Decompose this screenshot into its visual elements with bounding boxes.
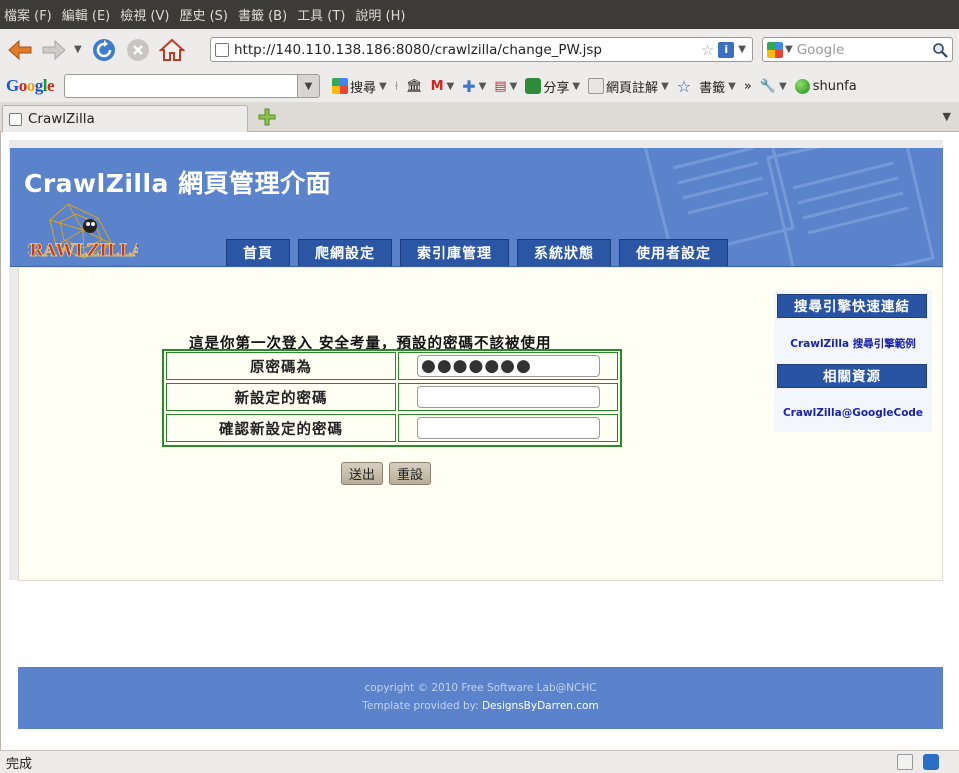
stop-button[interactable] bbox=[124, 36, 152, 64]
calendar-icon[interactable]: ▤ ▼ bbox=[494, 79, 517, 94]
crawlzilla-logo[interactable]: CRAWLZILLA bbox=[28, 200, 138, 266]
notes-icon[interactable] bbox=[897, 754, 913, 770]
forward-arrow-icon bbox=[42, 39, 66, 60]
page-favicon-icon bbox=[215, 42, 229, 57]
google-engine-icon[interactable] bbox=[767, 41, 783, 58]
user-account-button[interactable]: shunfa bbox=[794, 78, 857, 94]
sidebar-resources-heading: 相關資源 bbox=[777, 364, 927, 388]
logo-text: CRAWLZILLA bbox=[28, 241, 138, 261]
footer-template-credit: Template provided by: DesignsByDarren.co… bbox=[362, 700, 599, 712]
menu-tools[interactable]: 工具 (T) bbox=[297, 5, 345, 24]
form-buttons: 送出 重設 bbox=[341, 462, 437, 485]
search-placeholder[interactable]: Google bbox=[797, 42, 932, 58]
url-text[interactable]: http://140.110.138.186:8080/crawlzilla/c… bbox=[234, 42, 701, 58]
addon-icon[interactable] bbox=[923, 754, 939, 770]
forward-button[interactable] bbox=[40, 36, 68, 64]
site-footer: copyright © 2010 Free Software Lab@NCHC … bbox=[18, 667, 943, 729]
history-dropdown-icon[interactable]: ▼ bbox=[74, 44, 82, 55]
sidebar: 搜尋引擎快速連結 CrawlZilla 搜尋引擎範例 相關資源 CrawlZil… bbox=[774, 290, 932, 432]
confirm-password-input[interactable] bbox=[417, 417, 600, 439]
google-toolbar-search-input[interactable] bbox=[64, 74, 299, 98]
address-bar[interactable]: http://140.110.138.186:8080/crawlzilla/c… bbox=[210, 37, 753, 62]
navigation-toolbar: ▼ http://140.110.138.186:8080/crawlzilla… bbox=[0, 29, 959, 70]
share-icon bbox=[525, 78, 542, 94]
user-status-icon bbox=[794, 78, 810, 94]
menu-bookmarks[interactable]: 書籤 (B) bbox=[238, 5, 287, 24]
tab-bar: CrawlZilla ▼ bbox=[0, 102, 959, 132]
new-password-label: 新設定的密碼 bbox=[166, 383, 396, 411]
google-search-button[interactable]: 搜尋 ▼ bbox=[332, 77, 387, 96]
bookmark-star-icon[interactable]: ☆ bbox=[701, 41, 714, 59]
form-row-confirm-password: 確認新設定的密碼 bbox=[166, 414, 618, 442]
back-button[interactable] bbox=[6, 36, 34, 64]
menu-view[interactable]: 檢視 (V) bbox=[120, 5, 169, 24]
nav-user-settings[interactable]: 使用者設定 bbox=[619, 239, 728, 266]
home-icon bbox=[158, 38, 185, 61]
url-dropdown-icon[interactable]: ▼ bbox=[738, 44, 746, 55]
google-logo: Google bbox=[6, 76, 55, 95]
old-password-label: 原密碼為 bbox=[166, 352, 396, 380]
search-box[interactable]: ▼ Google bbox=[762, 37, 953, 62]
change-password-form: 原密碼為 新設定的密碼 確認新設定的密碼 bbox=[162, 349, 622, 447]
plus-icon[interactable]: ✚ ▼ bbox=[462, 77, 486, 96]
search-icon[interactable] bbox=[932, 42, 948, 58]
site-header: CrawlZilla 網頁管理介面 CRAWLZILLA 首頁 爬網設定 索引庫… bbox=[10, 148, 943, 267]
reload-button[interactable] bbox=[90, 36, 118, 64]
toolbar-overflow-button[interactable]: » bbox=[744, 79, 752, 94]
submit-button[interactable]: 送出 bbox=[341, 462, 384, 485]
sidebar-search-links-heading: 搜尋引擎快速連結 bbox=[777, 294, 927, 318]
wrench-icon[interactable]: 🔧 ▼ bbox=[760, 79, 787, 94]
site-title: CrawlZilla 網頁管理介面 bbox=[24, 169, 332, 198]
main-content: 這是你第一次登入 安全考量，預設的密碼不該被使用 原密碼為 新設定的密碼 確認新… bbox=[18, 268, 943, 581]
reset-button[interactable]: 重設 bbox=[389, 462, 432, 485]
search-engine-dropdown-icon[interactable]: ▼ bbox=[785, 44, 793, 55]
search-engine-example-link[interactable]: CrawlZilla 搜尋引擎範例 bbox=[774, 336, 932, 351]
confirm-password-label: 確認新設定的密碼 bbox=[166, 414, 396, 442]
nav-crawl-settings[interactable]: 爬網設定 bbox=[298, 239, 392, 266]
menu-history[interactable]: 歷史 (S) bbox=[179, 5, 228, 24]
separator-icon: ⟊ bbox=[394, 78, 399, 94]
stop-icon bbox=[126, 38, 149, 61]
back-arrow-icon bbox=[8, 39, 32, 60]
nav-system-status[interactable]: 系統狀態 bbox=[517, 239, 611, 266]
new-password-input[interactable] bbox=[417, 386, 600, 408]
form-row-old-password: 原密碼為 bbox=[166, 352, 618, 380]
site-nav: 首頁 爬網設定 索引庫管理 系統狀態 使用者設定 bbox=[226, 239, 736, 266]
status-bar: 完成 bbox=[0, 750, 959, 773]
nav-home[interactable]: 首頁 bbox=[226, 239, 290, 266]
tab-crawlzilla[interactable]: CrawlZilla bbox=[2, 105, 248, 132]
menubar: 檔案 (F) 編輯 (E) 檢視 (V) 歷史 (S) 書籤 (B) 工具 (T… bbox=[0, 0, 959, 29]
form-row-new-password: 新設定的密碼 bbox=[166, 383, 618, 411]
tab-list-dropdown-icon[interactable]: ▼ bbox=[943, 110, 951, 123]
bank-icon[interactable]: 🏛 bbox=[406, 79, 423, 94]
old-password-input[interactable] bbox=[417, 355, 600, 377]
menu-file[interactable]: 檔案 (F) bbox=[4, 5, 52, 24]
share-button[interactable]: 分享 ▼ bbox=[525, 77, 580, 96]
site-info-icon[interactable]: i bbox=[718, 41, 735, 58]
google-search-icon bbox=[332, 78, 349, 94]
google-toolbar: Google ▼ 搜尋 ▼ ⟊ 🏛 M ▼ ✚ ▼ ▤ ▼ 分享 ▼ 網頁註解 ▼ ☆… bbox=[0, 70, 959, 102]
tab-title: CrawlZilla bbox=[28, 111, 95, 127]
menu-edit[interactable]: 編輯 (E) bbox=[62, 5, 111, 24]
home-button[interactable] bbox=[158, 36, 186, 64]
designsbydarren-link[interactable]: DesignsByDarren.com bbox=[482, 700, 599, 712]
gmail-icon[interactable]: M ▼ bbox=[431, 79, 455, 94]
google-toolbar-dropdown-button[interactable]: ▼ bbox=[298, 74, 321, 98]
page-viewport: CrawlZilla 網頁管理介面 CRAWLZILLA 首頁 爬網設定 索引庫… bbox=[0, 132, 959, 750]
google-code-link[interactable]: CrawlZilla@GoogleCode bbox=[774, 407, 932, 419]
nav-index-management[interactable]: 索引庫管理 bbox=[400, 239, 509, 266]
bookmarks-button[interactable]: 書籤 ▼ bbox=[699, 77, 736, 96]
annotate-button[interactable]: 網頁註解 ▼ bbox=[588, 77, 669, 96]
new-tab-icon[interactable] bbox=[258, 108, 276, 126]
footer-copyright: copyright © 2010 Free Software Lab@NCHC bbox=[364, 682, 597, 694]
tab-favicon-icon bbox=[9, 112, 22, 126]
status-text: 完成 bbox=[6, 756, 33, 772]
menu-help[interactable]: 說明 (H) bbox=[355, 5, 405, 24]
reload-icon bbox=[92, 38, 115, 61]
comment-icon bbox=[588, 78, 605, 94]
bookmark-star-toolbar-icon[interactable]: ☆ bbox=[677, 77, 691, 96]
